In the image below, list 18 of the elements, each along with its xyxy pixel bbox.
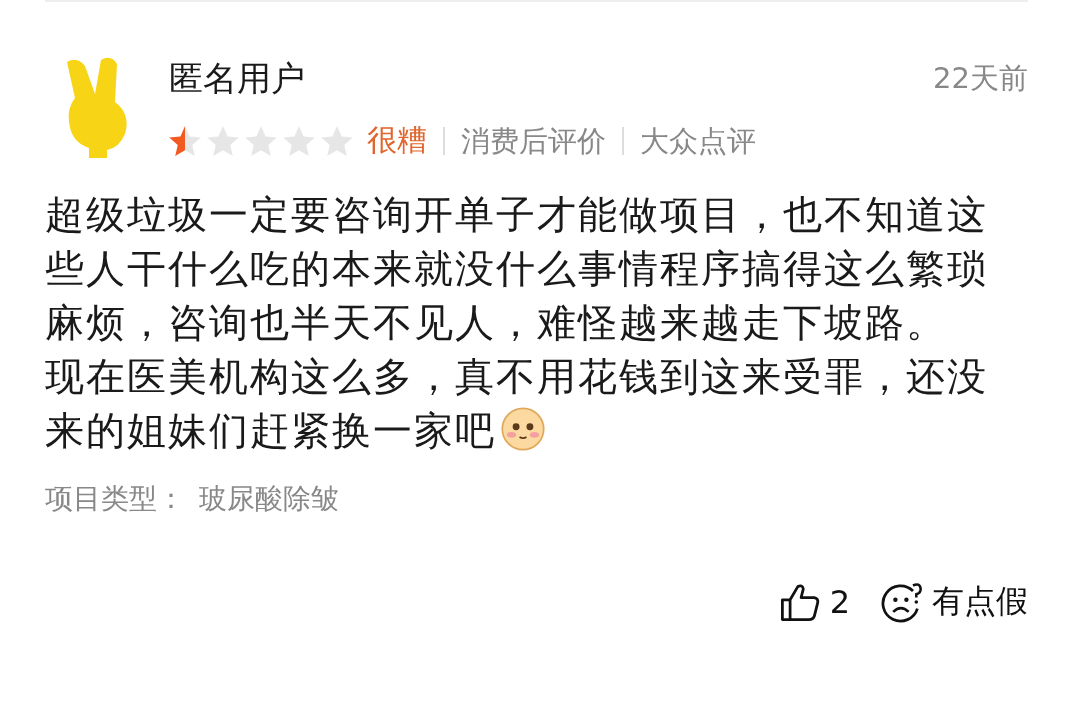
smiley-icon <box>500 406 546 452</box>
star-icon <box>245 125 277 156</box>
reaction-button[interactable]: 有点假 <box>880 580 1028 624</box>
confused-face-icon <box>880 580 924 624</box>
review-tag: 大众点评 <box>622 126 772 155</box>
rating-label: 很糟 <box>367 121 428 159</box>
project-type-value: 玻尿酸除皱 <box>199 481 339 517</box>
project-type-label: 项目类型： <box>45 481 185 517</box>
review-text: 超级垃圾一定要咨询开单子才能做项目，也不知道这些人干什么吃的本来就没什么事情程序搞得这么繁琐麻烦，咨询也半天不见人，难怪越来越走下坡路。 <box>45 191 989 347</box>
review-time: 22天前 <box>933 60 1028 97</box>
like-button[interactable]: 2 <box>777 580 850 624</box>
star-icon <box>207 125 239 156</box>
star-icon <box>283 125 315 156</box>
star-icon <box>321 125 353 156</box>
review-text: 现在医美机构这么多，真不用花钱到这来受罪，还没来的姐妹们赶紧换一家吧 <box>45 353 989 455</box>
review-tag: 消费后评价 <box>443 126 622 155</box>
star-icon <box>169 125 201 156</box>
user-name: 匿名用户 <box>169 57 305 100</box>
